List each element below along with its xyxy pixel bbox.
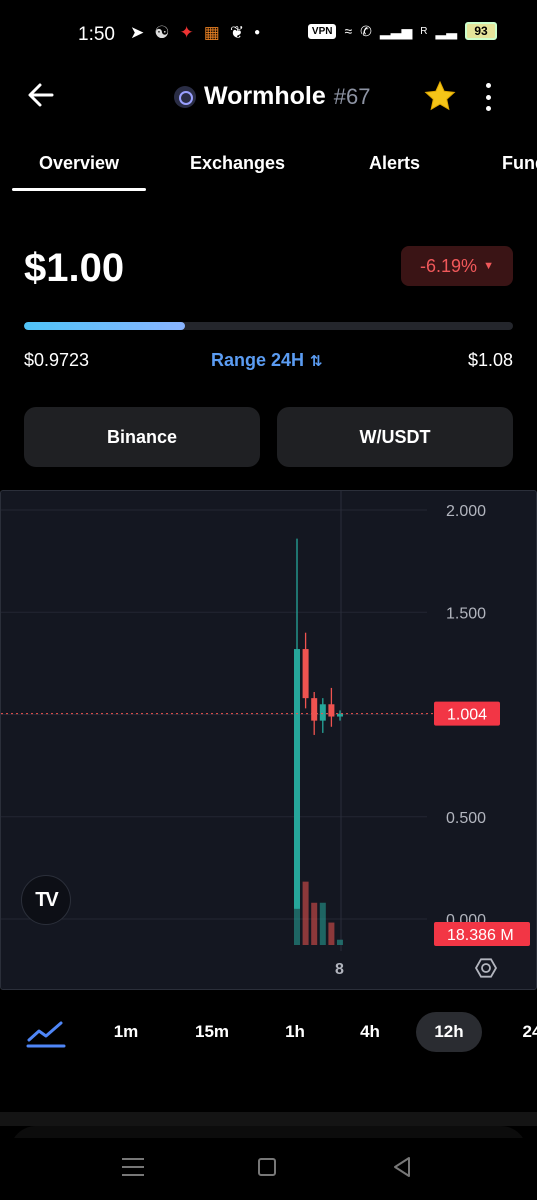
hexagon-shape [474, 958, 498, 978]
app-header: Wormhole #67 [0, 68, 537, 128]
interval-15m[interactable]: 15m [186, 1012, 238, 1052]
system-nav-bar [0, 1138, 537, 1200]
range-toggle[interactable]: Range 24H ⇅ [211, 350, 323, 371]
sheet-bottom-edge [0, 1060, 537, 1114]
x-tick-label: 8 [335, 961, 344, 978]
status-bar: 1:50 ➤ ☯ ✦ ▦ ❦ ● VPN ≈ ✆ ▂▃▅ R ▂▃ 93 [0, 0, 537, 68]
candlestick-chart[interactable]: 2.0001.5000.5000.0001.00418.386 M8 [1, 491, 536, 989]
coin-rank: #67 [333, 83, 371, 109]
price-chart[interactable]: 2.000 1.500 0.500 0.000 1.004 18.386 M8 TV [0, 490, 537, 990]
volume-label: 18.386 M [447, 927, 514, 944]
candle-body [319, 704, 326, 721]
wifi-icon: ≈ [344, 23, 353, 39]
app-icon: ☯ [154, 23, 170, 42]
tradingview-logo-icon[interactable]: TV [21, 875, 71, 925]
home-button[interactable] [258, 1158, 276, 1176]
y-tick-label: 1.500 [446, 605, 486, 622]
y-tick-label: 2.000 [446, 503, 486, 520]
line-chart-icon [26, 1021, 66, 1048]
arrow-left-icon [28, 83, 54, 107]
battery-indicator: 93 [465, 22, 497, 40]
wormhole-logo-icon [174, 85, 196, 108]
more-options-button[interactable] [478, 80, 498, 114]
interval-4h[interactable]: 4h [350, 1012, 390, 1052]
telegram-icon: ➤ [130, 23, 145, 42]
status-notification-icons: ➤ ☯ ✦ ▦ ❦ ● [130, 22, 260, 44]
tab-fund[interactable]: Fund [502, 153, 537, 174]
exchange-selector[interactable]: Binance [24, 407, 260, 467]
back-button[interactable] [26, 80, 56, 110]
signal-icon: ▂▃▅ [379, 22, 413, 39]
status-system-icons: VPN ≈ ✆ ▂▃▅ R ▂▃ 93 [307, 22, 497, 40]
interval-1h[interactable]: 1h [275, 1012, 315, 1052]
tab-alerts[interactable]: Alerts [369, 153, 420, 174]
favorite-button[interactable] [424, 80, 456, 112]
volume-bar [302, 881, 309, 945]
range-label: Range 24H [211, 350, 305, 370]
candle-body [294, 649, 300, 909]
star-icon [424, 80, 456, 111]
tab-bar: Overview Exchanges Alerts Fund [0, 140, 537, 192]
range-low: $0.9723 [24, 350, 90, 370]
candle-body [328, 704, 335, 717]
current-price: $1.00 [24, 246, 125, 290]
app-icon: ✦ [179, 23, 194, 42]
last-price-label: 1.004 [447, 707, 487, 724]
status-time: 1:50 [78, 24, 115, 45]
sheet-divider [0, 1112, 537, 1126]
call-icon: ✆ [360, 22, 372, 39]
nav-back-button[interactable] [392, 1156, 412, 1178]
tab-exchanges[interactable]: Exchanges [190, 153, 285, 174]
interval-24h[interactable]: 24 [512, 1012, 537, 1052]
app-icon: ❦ [229, 23, 245, 42]
interval-1m[interactable]: 1m [104, 1012, 148, 1052]
interval-12h[interactable]: 12h [416, 1012, 482, 1052]
dot-icon: ● [254, 27, 261, 38]
volume-bar [319, 902, 326, 945]
interval-bar: 1m 15m 1h 4h 12h 24 [0, 1012, 537, 1056]
signal-label: R [420, 25, 428, 37]
coin-title: Wormhole #67 [174, 82, 370, 111]
triangle-back-icon [394, 1157, 410, 1177]
candle-body [311, 698, 318, 721]
candle-body [302, 649, 309, 699]
chart-settings-icon[interactable] [474, 958, 498, 978]
range-24h-fill [24, 322, 186, 330]
hexagon-center [481, 963, 491, 973]
volume-bar [337, 939, 343, 945]
volume-bar [328, 922, 335, 945]
app-icon: ▦ [203, 23, 220, 42]
vpn-badge: VPN [307, 23, 337, 39]
price-change-value: -6.19% [420, 255, 478, 276]
active-tab-indicator [12, 188, 146, 191]
range-24h-bar [24, 322, 513, 330]
pair-selector[interactable]: W/USDT [277, 407, 513, 467]
swap-vertical-icon: ⇅ [310, 352, 323, 370]
signal-icon: ▂▃ [435, 22, 457, 39]
y-tick-label: 0.500 [446, 810, 486, 827]
line-chart-toggle[interactable] [26, 1018, 66, 1048]
range-high: $1.08 [467, 350, 513, 370]
price-change-badge: -6.19% ▼ [401, 246, 513, 286]
triangle-down-icon: ▼ [483, 260, 494, 272]
volume-bar [311, 902, 318, 945]
tab-overview[interactable]: Overview [39, 153, 119, 174]
recent-apps-button[interactable] [122, 1158, 144, 1176]
coin-name: Wormhole [204, 82, 326, 110]
